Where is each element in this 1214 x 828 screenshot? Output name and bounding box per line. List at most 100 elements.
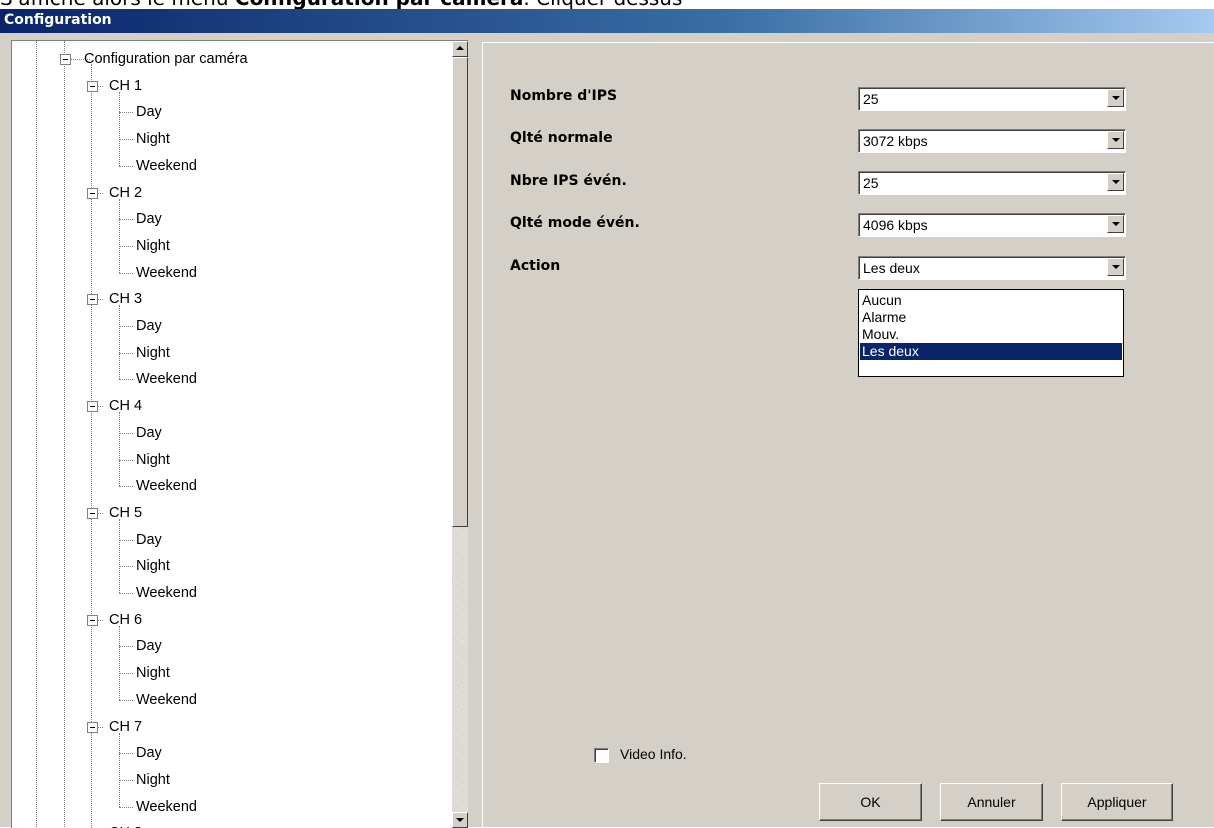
chevron-down-icon[interactable] (1107, 258, 1124, 276)
settings-panel: Nombre d'IPS 25 Qlté normale 3072 kbps N… (482, 42, 1214, 828)
tree-connector (119, 539, 133, 541)
scroll-up-button[interactable] (452, 41, 468, 57)
event-ips-value: 25 (863, 175, 879, 191)
tree-schedule-weekend[interactable]: Weekend (136, 691, 197, 709)
collapse-icon[interactable] (87, 507, 98, 519)
settings-tree: Configuration par caméra CH 1 Day Night Week… (11, 40, 468, 828)
tree-schedule-night[interactable]: Night (136, 237, 170, 255)
event-ips-combo[interactable]: 25 (858, 171, 1126, 195)
quality-value: 3072 kbps (863, 133, 928, 149)
video-info-checkbox[interactable] (594, 748, 609, 763)
field-label-action: Action (510, 258, 561, 274)
action-option-alarme[interactable]: Alarme (860, 309, 1122, 326)
video-info-label: Video Info. (620, 746, 687, 762)
collapse-icon[interactable] (87, 294, 98, 306)
chevron-down-icon[interactable] (1107, 131, 1124, 149)
tree-connector (119, 646, 133, 648)
tree-guide-line (119, 518, 120, 593)
tree-connector (119, 779, 133, 781)
collapse-icon[interactable] (87, 614, 98, 626)
tree-connector (119, 352, 133, 354)
field-label-quality: Qlté normale (510, 130, 613, 146)
field-label-ips: Nombre d'IPS (510, 88, 618, 104)
event-quality-value: 4096 kbps (863, 217, 928, 233)
tree-schedule-weekend[interactable]: Weekend (136, 370, 197, 388)
arrow-down-icon (456, 818, 464, 822)
tree-guide-line (119, 198, 120, 273)
tree-guide-line (119, 732, 120, 807)
tree-schedule-night[interactable]: Night (136, 771, 170, 789)
tree-channel-4[interactable]: CH 4 (109, 397, 142, 415)
tree-schedule-day[interactable]: Day (136, 424, 162, 442)
tree-schedule-weekend[interactable]: Weekend (136, 264, 197, 282)
action-dropdown-list: Aucun Alarme Mouv. Les deux (858, 289, 1124, 377)
tree-connector (119, 566, 133, 568)
tree-schedule-night[interactable]: Night (136, 451, 170, 469)
tree-schedule-day[interactable]: Day (136, 103, 162, 121)
tree-connector (119, 165, 133, 167)
ips-value: 25 (863, 91, 879, 107)
tree-guide-line (36, 41, 37, 828)
chevron-down-icon[interactable] (1107, 89, 1124, 107)
action-option-les-deux[interactable]: Les deux (860, 343, 1122, 360)
tree-schedule-day[interactable]: Day (136, 210, 162, 228)
tree-connector (119, 139, 133, 141)
scroll-down-button[interactable] (452, 812, 468, 828)
tree-schedule-night[interactable]: Night (136, 130, 170, 148)
tree-connector (119, 486, 133, 488)
configuration-window: Configuration Configuration par caméra CH… (0, 9, 1214, 828)
tree-channel-3[interactable]: CH 3 (109, 290, 142, 308)
quality-combo[interactable]: 3072 kbps (858, 129, 1126, 153)
tree-root-label[interactable]: Configuration par caméra (84, 50, 248, 68)
action-combo[interactable]: Les deux (858, 256, 1126, 280)
field-label-event-ips: Nbre IPS évén. (510, 173, 627, 189)
event-quality-combo[interactable]: 4096 kbps (858, 213, 1126, 237)
action-value: Les deux (863, 260, 920, 276)
tree-connector (119, 432, 133, 434)
tree-channel-7[interactable]: CH 7 (109, 718, 142, 736)
action-option-aucun[interactable]: Aucun (860, 292, 1122, 309)
tree-channel-2[interactable]: CH 2 (109, 184, 142, 202)
tree-schedule-weekend[interactable]: Weekend (136, 477, 197, 495)
tree-schedule-night[interactable]: Night (136, 664, 170, 682)
collapse-icon[interactable] (60, 54, 71, 65)
tree-guide-line (119, 305, 120, 380)
tree-schedule-night[interactable]: Night (136, 557, 170, 575)
tree-connector (119, 593, 133, 594)
ok-button[interactable]: OK (819, 783, 922, 821)
title-bar: Configuration (0, 9, 1214, 33)
tree-schedule-weekend[interactable]: Weekend (136, 584, 197, 602)
tree-guide-line (64, 41, 65, 828)
tree-schedule-day[interactable]: Day (136, 637, 162, 655)
tree-schedule-day[interactable]: Day (136, 744, 162, 762)
action-option-mouv[interactable]: Mouv. (860, 326, 1122, 343)
tree-channel-5[interactable]: CH 5 (109, 504, 142, 522)
arrow-up-icon (456, 46, 464, 50)
chevron-down-icon[interactable] (1107, 215, 1124, 233)
tree-schedule-night[interactable]: Night (136, 344, 170, 362)
tree-connector (119, 219, 133, 221)
tree-schedule-weekend[interactable]: Weekend (136, 798, 197, 816)
tree-connector (119, 112, 133, 114)
tree-channel-1[interactable]: CH 1 (109, 77, 142, 95)
cancel-button[interactable]: Annuler (940, 783, 1043, 821)
chevron-down-icon[interactable] (1107, 173, 1124, 191)
scroll-thumb[interactable] (452, 57, 468, 527)
tree-connector (119, 806, 133, 808)
tree-guide-line (119, 625, 120, 700)
tree-guide-line (119, 91, 120, 166)
tree-schedule-weekend[interactable]: Weekend (136, 157, 197, 175)
tree-schedule-day[interactable]: Day (136, 531, 162, 549)
collapse-icon[interactable] (87, 721, 98, 733)
tree-channel-6[interactable]: CH 6 (109, 611, 142, 629)
tree-channel-8[interactable]: CH 8 (109, 824, 142, 828)
tree-scrollbar[interactable] (452, 41, 468, 828)
tree-connector (119, 326, 133, 327)
collapse-icon[interactable] (87, 401, 98, 413)
ips-combo[interactable]: 25 (858, 87, 1126, 111)
collapse-icon[interactable] (87, 187, 98, 199)
apply-button[interactable]: Appliquer (1061, 783, 1173, 821)
tree-schedule-day[interactable]: Day (136, 317, 162, 335)
tree-connector (119, 459, 133, 461)
collapse-icon[interactable] (87, 80, 98, 92)
